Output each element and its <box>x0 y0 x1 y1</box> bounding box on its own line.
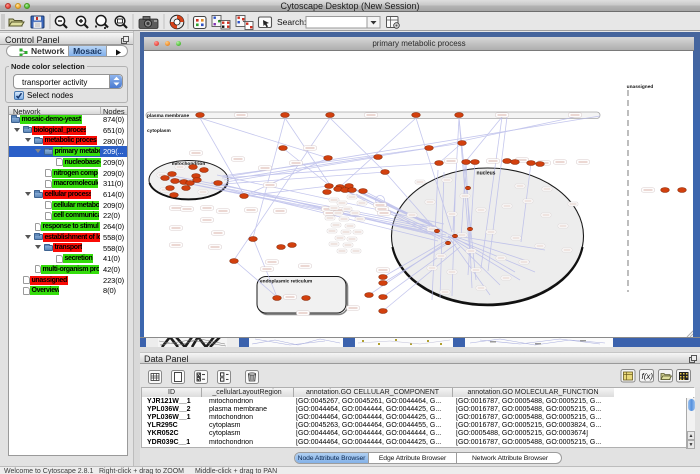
svg-text:unassigned: unassigned <box>627 84 654 90</box>
svg-text:plasma membrane: plasma membrane <box>147 113 189 119</box>
svg-text:endoplasmic reticulum: endoplasmic reticulum <box>260 279 312 285</box>
svg-text:Search:: Search: <box>277 17 306 27</box>
svg-text:f(x): f(x) <box>642 372 654 381</box>
svg-text:cytoplasm: cytoplasm <box>147 128 171 134</box>
svg-text:nucleus: nucleus <box>477 171 496 177</box>
